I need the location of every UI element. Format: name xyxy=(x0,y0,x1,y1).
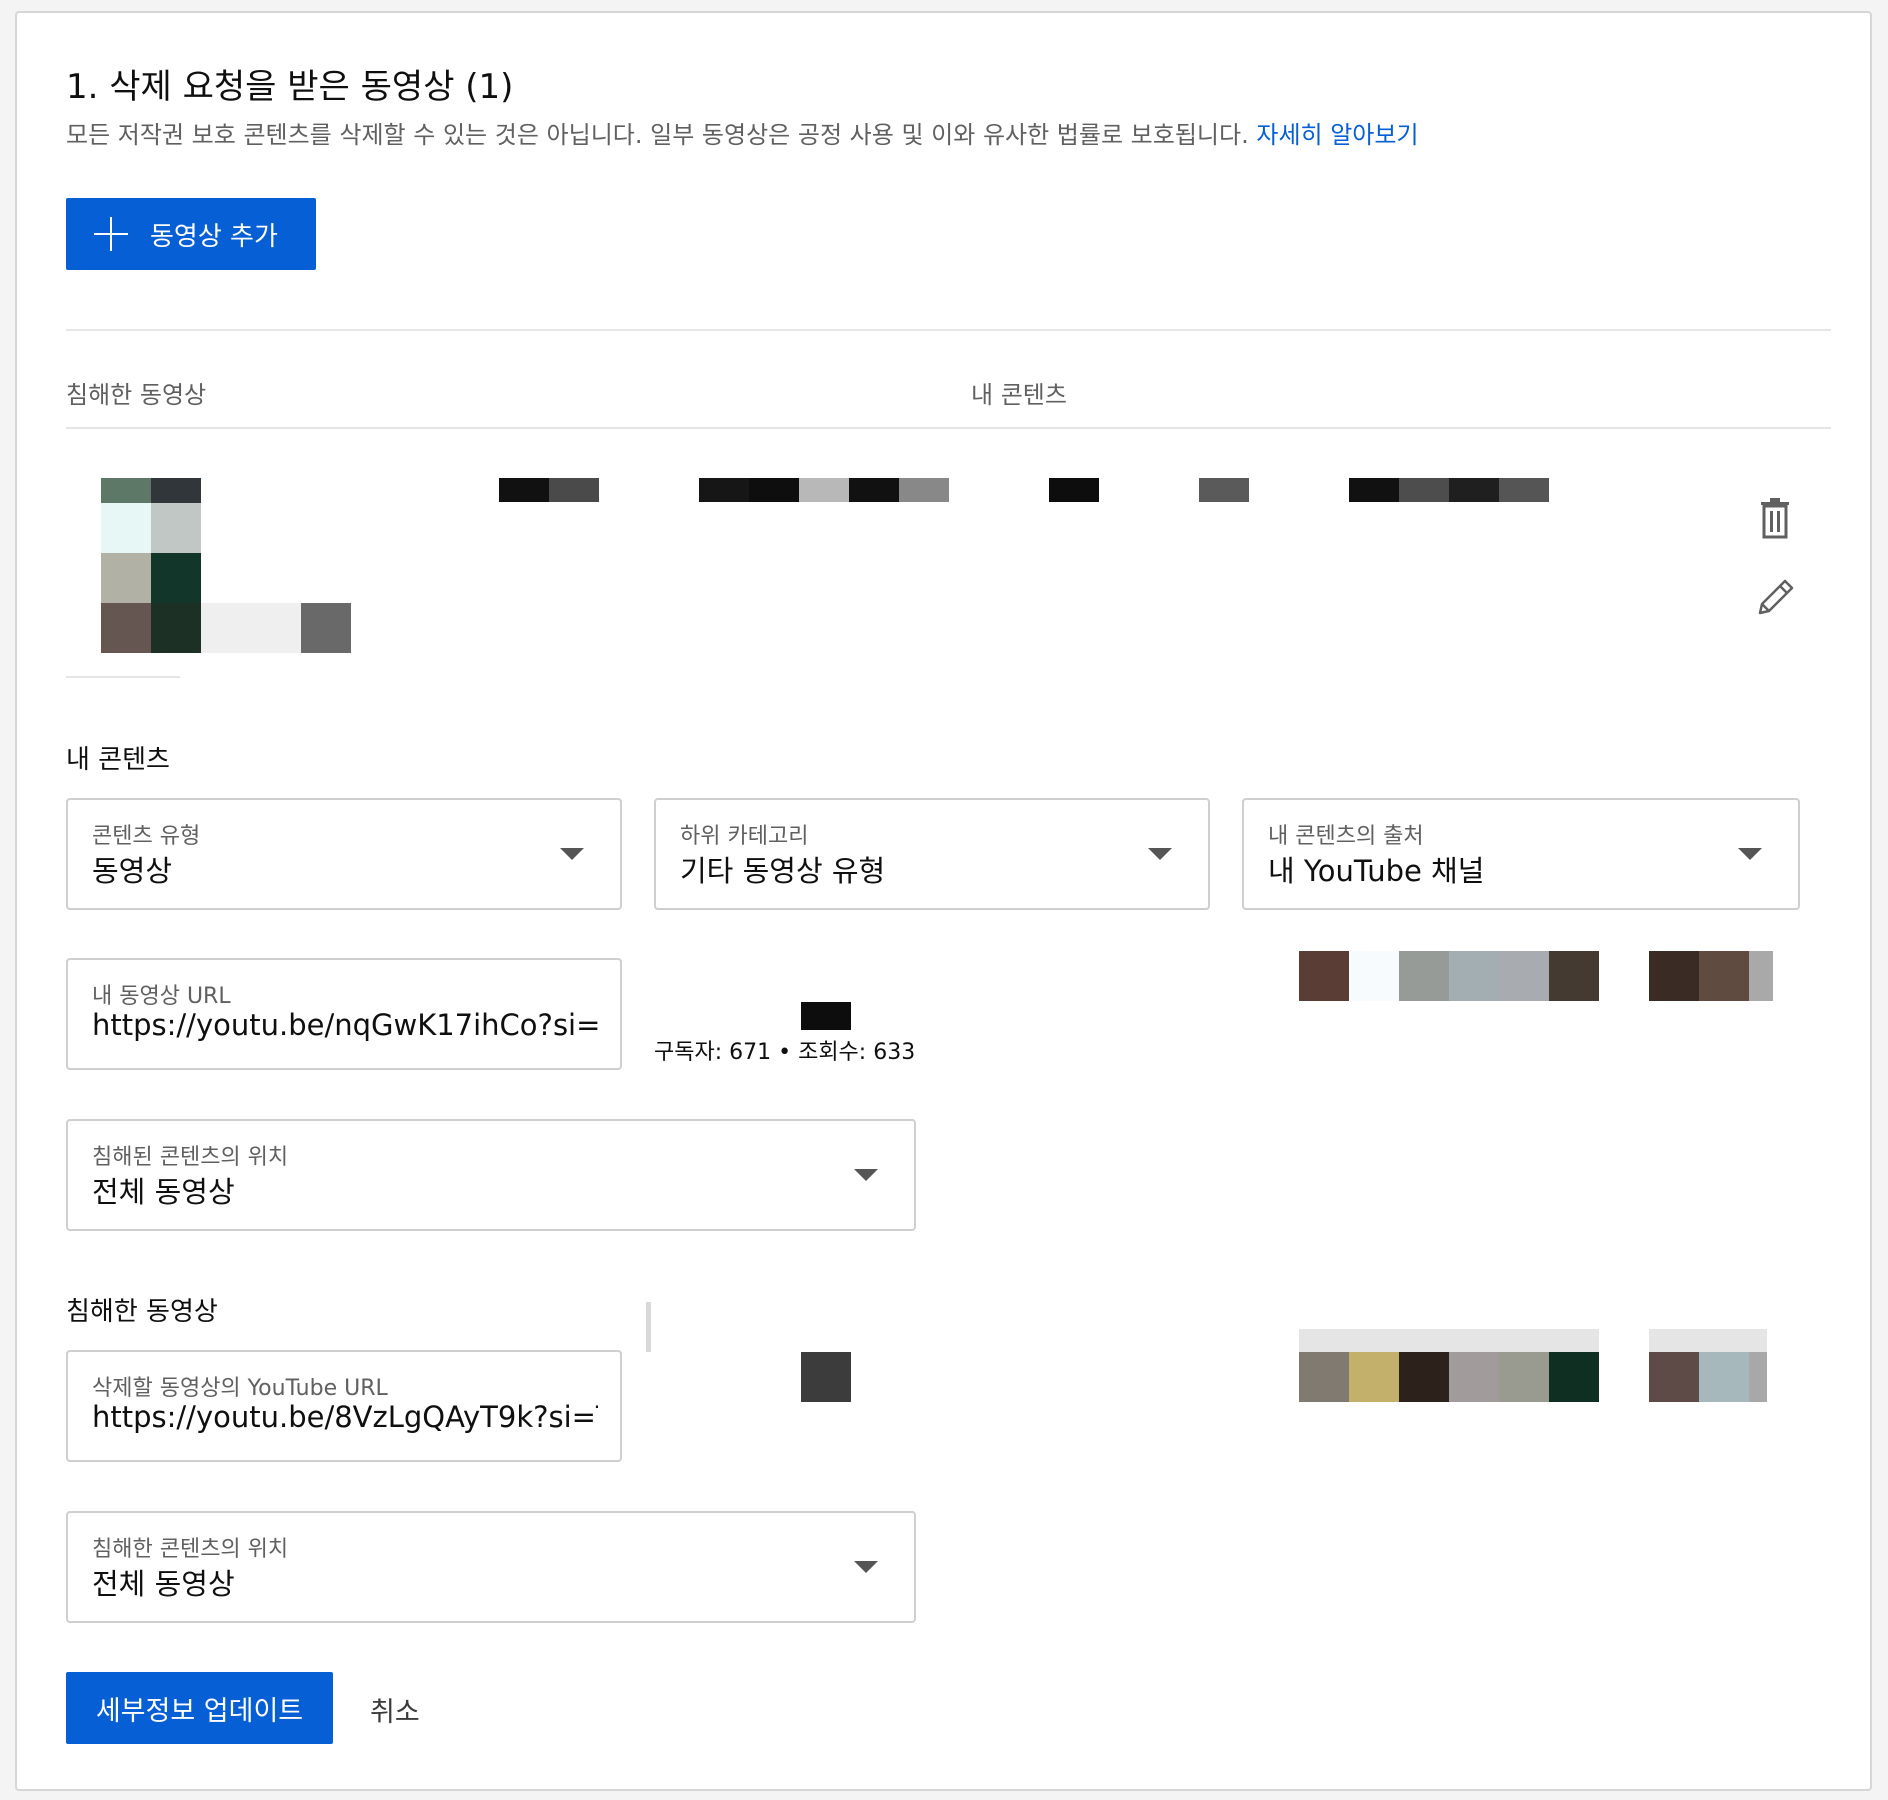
description: 모든 저작권 보호 콘텐츠를 삭제할 수 있는 것은 아닙니다. 일부 동영상은… xyxy=(66,115,1419,150)
add-video-label: 동영상 추가 xyxy=(150,221,278,252)
subcategory-select[interactable]: 하위 카테고리 기타 동영상 유형 xyxy=(654,798,1210,910)
field-label: 하위 카테고리 xyxy=(680,824,809,849)
redacted-channel-name xyxy=(801,1352,851,1402)
infringing-video-thumbnail-preview xyxy=(1299,1329,1599,1402)
infringing-location-select[interactable]: 침해한 콘텐츠의 위치 전체 동영상 xyxy=(66,1511,916,1623)
trash-icon[interactable] xyxy=(1757,497,1793,539)
redacted-text xyxy=(1349,478,1549,502)
update-details-button[interactable]: 세부정보 업데이트 xyxy=(66,1672,333,1744)
column-header-my-content: 내 콘텐츠 xyxy=(971,381,1067,409)
pencil-icon[interactable] xyxy=(1755,576,1797,618)
section-title-my-content: 내 콘텐츠 xyxy=(66,745,170,775)
field-label: 콘텐츠 유형 xyxy=(92,824,201,849)
learn-more-link[interactable]: 자세히 알아보기 xyxy=(1256,121,1418,149)
redacted-text xyxy=(699,478,949,502)
field-value: 전체 동영상 xyxy=(92,1567,235,1601)
infringing-video-thumbnail[interactable] xyxy=(101,478,351,653)
chevron-down-icon xyxy=(1738,848,1762,860)
field-label: 삭제할 동영상의 YouTube URL xyxy=(92,1376,388,1401)
removal-request-card: 1. 삭제 요청을 받은 동영상 (1) 모든 저작권 보호 콘텐츠를 삭제할 … xyxy=(15,11,1872,1791)
field-value: 전체 동영상 xyxy=(92,1175,235,1209)
chevron-down-icon xyxy=(560,848,584,860)
field-value: 기타 동영상 유형 xyxy=(680,854,886,888)
thumbnail-underline xyxy=(66,676,180,678)
column-header-infringing: 침해한 동영상 xyxy=(66,381,207,409)
infringing-url-input[interactable]: 삭제할 동영상의 YouTube URL https://youtu.be/8V… xyxy=(66,1350,622,1462)
field-label: 내 콘텐츠의 출처 xyxy=(1268,824,1424,849)
divider xyxy=(66,427,1831,429)
content-type-select[interactable]: 콘텐츠 유형 동영상 xyxy=(66,798,622,910)
plus-icon xyxy=(94,217,128,251)
field-label: 내 동영상 URL xyxy=(92,984,231,1009)
divider xyxy=(66,329,1831,331)
redacted-text xyxy=(1199,478,1249,502)
redacted-text xyxy=(1049,478,1099,502)
page-title: 1. 삭제 요청을 받은 동영상 (1) xyxy=(66,67,514,107)
field-value: https://youtu.be/nqGwK17ihCo?si=3sl xyxy=(92,1008,598,1042)
my-video-url-input[interactable]: 내 동영상 URL https://youtu.be/nqGwK17ihCo?s… xyxy=(66,958,622,1070)
scroll-indicator xyxy=(646,1302,651,1352)
add-video-button[interactable]: 동영상 추가 xyxy=(66,198,316,270)
channel-stats: 구독자: 671 • 조회수: 633 xyxy=(654,1040,916,1065)
field-value: https://youtu.be/8VzLgQAyT9k?si=TB: xyxy=(92,1400,598,1434)
section-title-infringing: 침해한 동영상 xyxy=(66,1297,218,1327)
redacted-text xyxy=(499,478,599,502)
field-label: 침해한 콘텐츠의 위치 xyxy=(92,1537,289,1562)
chevron-down-icon xyxy=(854,1561,878,1573)
description-text: 모든 저작권 보호 콘텐츠를 삭제할 수 있는 것은 아닙니다. 일부 동영상은… xyxy=(66,121,1249,149)
channel-avatar xyxy=(1649,951,1773,1001)
redacted-channel-name xyxy=(801,1002,851,1030)
chevron-down-icon xyxy=(1148,848,1172,860)
field-value: 동영상 xyxy=(92,854,173,888)
my-video-thumbnail xyxy=(1299,951,1599,1001)
infringing-channel-avatar xyxy=(1649,1329,1767,1402)
field-label: 침해된 콘텐츠의 위치 xyxy=(92,1145,289,1170)
cancel-button[interactable]: 취소 xyxy=(370,1690,420,1729)
chevron-down-icon xyxy=(854,1169,878,1181)
content-source-select[interactable]: 내 콘텐츠의 출처 내 YouTube 채널 xyxy=(1242,798,1800,910)
field-value: 내 YouTube 채널 xyxy=(1268,854,1485,888)
infringed-location-select[interactable]: 침해된 콘텐츠의 위치 전체 동영상 xyxy=(66,1119,916,1231)
